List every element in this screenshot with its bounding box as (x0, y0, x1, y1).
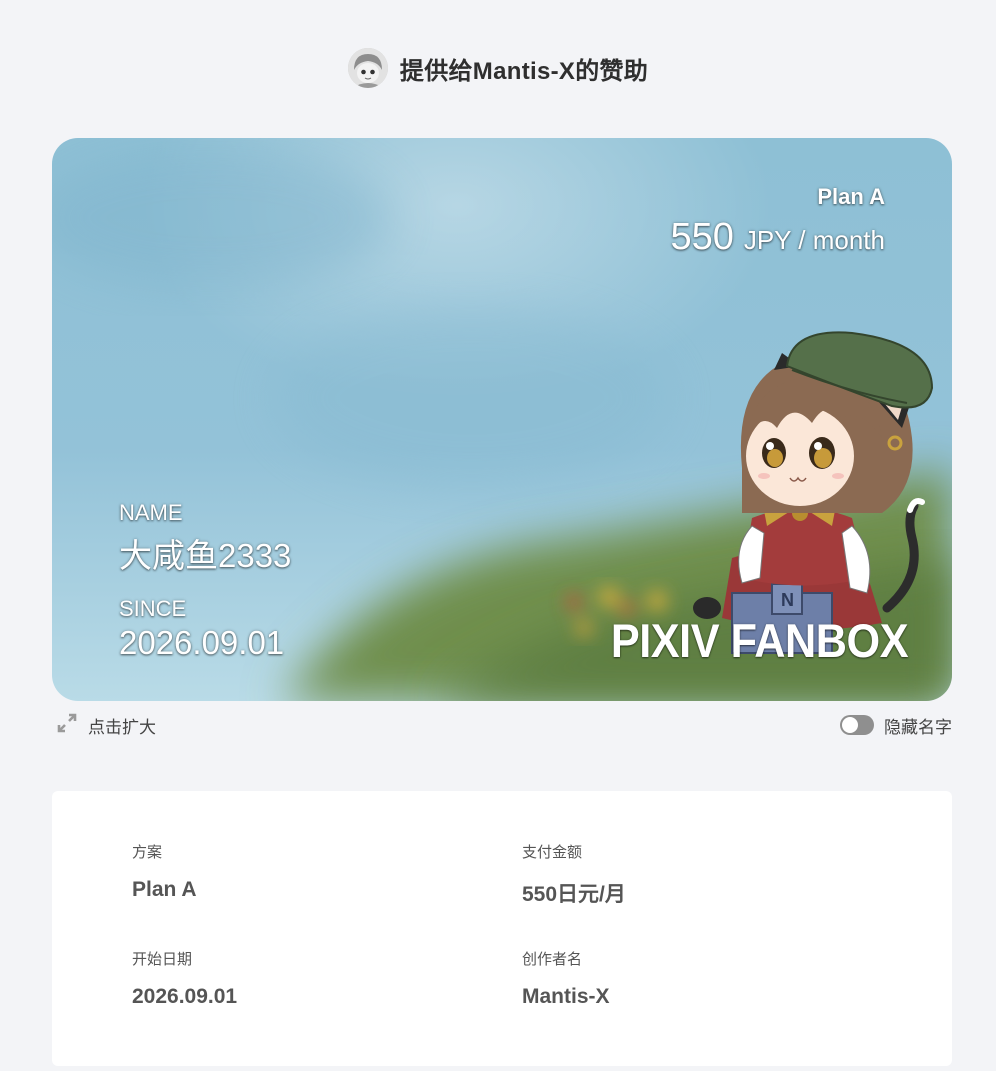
creator-avatar[interactable] (347, 48, 388, 88)
card-since-value: 2026.09.01 (119, 624, 285, 661)
start-date-field: 开始日期 2026.09.01 (132, 948, 237, 1009)
expand-icon (56, 712, 78, 739)
creator-label: 创作者名 (522, 951, 583, 968)
expand-label: 点击扩大 (88, 717, 156, 737)
card-name-value: 大咸鱼2333 (119, 537, 292, 574)
card-plan-price: 550 JPY / month (670, 216, 885, 259)
fanbox-logo: PIXIV FANBOX (610, 614, 909, 667)
card-price-unit: JPY / month (743, 225, 885, 255)
plan-field: 方案 Plan A (132, 841, 197, 902)
svg-text:N: N (781, 590, 794, 610)
plan-value: Plan A (132, 878, 197, 901)
card-plan-name: Plan A (817, 184, 885, 209)
plan-label: 方案 (132, 844, 163, 861)
amount-value: 550日元/月 (522, 883, 626, 906)
sponsorship-details: 方案 Plan A 支付金额 550日元/月 开始日期 2026.09.01 创… (52, 791, 952, 1066)
start-date-value: 2026.09.01 (132, 985, 238, 1008)
start-date-label: 开始日期 (132, 951, 193, 968)
amount-label: 支付金额 (522, 844, 583, 861)
card-name-label: NAME (119, 500, 183, 525)
creator-value: Mantis-X (522, 985, 610, 1008)
page-header: 提供给Mantis-X的赞助 (0, 44, 996, 92)
expand-button[interactable]: 点击扩大 (56, 712, 156, 738)
hide-name-control: 隐藏名字 (840, 712, 952, 738)
page-title: 提供给Mantis-X的赞助 (399, 57, 649, 85)
creator-field: 创作者名 Mantis-X (522, 948, 610, 1009)
toggle-knob (842, 717, 858, 733)
amount-field: 支付金额 550日元/月 (522, 841, 626, 908)
card-since-label: SINCE (119, 596, 187, 621)
fanbox-card[interactable]: N Plan A 550 JPY / month NAME 大咸鱼2333 SI… (52, 138, 952, 701)
card-price-amount: 550 (670, 216, 734, 258)
hide-name-label: 隐藏名字 (884, 717, 952, 737)
hide-name-toggle[interactable] (840, 715, 874, 735)
